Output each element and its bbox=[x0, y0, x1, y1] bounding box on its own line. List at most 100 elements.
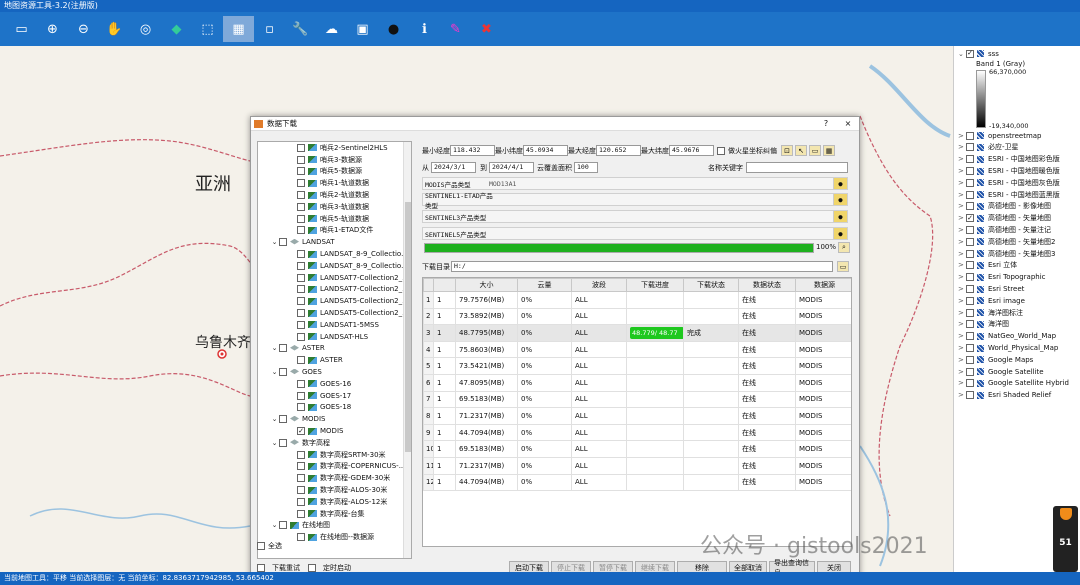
max-lat-input[interactable]: 45.9676 bbox=[669, 145, 714, 156]
layer-checkbox[interactable] bbox=[966, 261, 974, 270]
layer-item[interactable]: > Esri Topographic bbox=[954, 271, 1080, 283]
tree-item[interactable]: 数字高程-台集 bbox=[258, 508, 411, 520]
tree-item[interactable]: GOES-16 bbox=[258, 378, 411, 390]
layer-checkbox[interactable] bbox=[966, 143, 974, 152]
tree-checkbox[interactable] bbox=[297, 332, 305, 341]
row-number[interactable]: 6 bbox=[423, 373, 434, 392]
tree-checkbox[interactable] bbox=[297, 285, 305, 294]
table-row[interactable]: 10169.5183(MB)0%ALL 在线MODIS bbox=[423, 440, 851, 458]
tree-item[interactable]: 哨兵1-ETAD文件 bbox=[258, 225, 411, 237]
tree-checkbox[interactable] bbox=[297, 509, 305, 518]
table-row[interactable]: 6 1 47.8095(MB) 0% ALL 在线 MODIS bbox=[423, 373, 851, 392]
draw-rect-icon[interactable]: ⊡ bbox=[781, 145, 793, 156]
layer-item[interactable]: > ESRI - 中国地图蓝黑版 bbox=[954, 189, 1080, 201]
expand-chevron-icon[interactable]: > bbox=[958, 309, 966, 317]
tree-item[interactable]: 哨兵1-轨道数据 bbox=[258, 177, 411, 189]
tree-item[interactable]: 数字高程-ALOS-12米 bbox=[258, 496, 411, 508]
layer-checkbox[interactable] bbox=[966, 131, 974, 140]
layer-checkbox[interactable] bbox=[966, 344, 974, 353]
layer-item[interactable]: > Google Satellite bbox=[954, 366, 1080, 378]
expand-chevron-icon[interactable]: > bbox=[958, 238, 966, 246]
info-icon[interactable]: ℹ bbox=[409, 16, 440, 42]
expand-chevron-icon[interactable]: > bbox=[958, 191, 966, 199]
expand-chevron-icon[interactable]: ⌄ bbox=[958, 50, 966, 58]
retry-checkbox[interactable] bbox=[257, 564, 265, 572]
layer-checkbox[interactable] bbox=[966, 285, 974, 294]
tree-checkbox[interactable] bbox=[297, 533, 305, 542]
tree-item[interactable]: LANDSAT_8-9_Collectio... bbox=[258, 248, 411, 260]
data-source-tree[interactable]: 哨兵2-Sentinel2HLS 哨兵3-数据源 哨兵5-数据源 哨兵1-轨道数据 哨兵… bbox=[257, 141, 412, 559]
row-number[interactable]: 4 bbox=[423, 340, 434, 359]
tree-chevron-icon[interactable]: ⌄ bbox=[270, 344, 279, 352]
layer-checkbox[interactable] bbox=[966, 320, 974, 329]
tree-item[interactable]: ⌄ LANDSAT bbox=[258, 236, 411, 248]
expand-chevron-icon[interactable]: > bbox=[958, 167, 966, 175]
navigate-icon[interactable]: ◆ bbox=[161, 16, 192, 42]
layer-item[interactable]: > Esri 立体 bbox=[954, 260, 1080, 272]
scrollbar-thumb[interactable] bbox=[405, 202, 411, 452]
product-picker-icon[interactable]: ● bbox=[833, 228, 847, 239]
layer-checkbox[interactable]: ✓ bbox=[966, 49, 974, 58]
tree-item[interactable]: ⌄ 数字高程 bbox=[258, 437, 411, 449]
column-header[interactable] bbox=[433, 278, 456, 292]
layer-item[interactable]: > 高德地图 - 矢量地图2 bbox=[954, 236, 1080, 248]
tree-scrollbar[interactable] bbox=[403, 142, 411, 558]
layer-checkbox[interactable] bbox=[966, 355, 974, 364]
tree-checkbox[interactable] bbox=[279, 438, 287, 447]
row-number[interactable]: 1 bbox=[423, 291, 434, 309]
search-icon[interactable]: ⌕ bbox=[838, 242, 850, 253]
expand-chevron-icon[interactable]: > bbox=[958, 344, 966, 352]
table-row[interactable]: 1 1 79.7576(MB) 0% ALL 在线 MODIS bbox=[423, 291, 851, 309]
layer-item[interactable]: > Google Maps bbox=[954, 354, 1080, 366]
column-header[interactable] bbox=[423, 278, 434, 292]
layer-item[interactable]: > ESRI - 中国地图彩色版 bbox=[954, 153, 1080, 165]
layer-item[interactable]: > Esri Street bbox=[954, 283, 1080, 295]
product-select[interactable]: MOD13A1 bbox=[485, 180, 833, 188]
tree-checkbox[interactable] bbox=[297, 191, 305, 200]
zoom-extent-icon[interactable]: ◎ bbox=[130, 16, 161, 42]
row-number[interactable]: 5 bbox=[423, 357, 434, 375]
table-row[interactable]: 4 1 75.8603(MB) 0% ALL 在线 MODIS bbox=[423, 340, 851, 359]
tree-item[interactable]: 数字高程-ALOS-30米 bbox=[258, 484, 411, 496]
column-header[interactable]: 数据状态 bbox=[738, 278, 796, 292]
tree-checkbox[interactable] bbox=[297, 356, 305, 365]
download-dir-input[interactable]: H:/ bbox=[451, 261, 833, 272]
tree-item[interactable]: 数字高程SRTM-30米 bbox=[258, 449, 411, 461]
min-lon-input[interactable]: 118.432 bbox=[450, 145, 495, 156]
grid-icon[interactable]: ▦ bbox=[823, 145, 835, 156]
tree-checkbox[interactable] bbox=[297, 474, 305, 483]
help-button[interactable]: ? bbox=[815, 119, 837, 128]
layer-checkbox[interactable] bbox=[966, 308, 974, 317]
tree-item[interactable]: GOES-17 bbox=[258, 390, 411, 402]
to-date-input[interactable]: 2024/4/1 bbox=[489, 162, 534, 173]
column-header[interactable]: 下载状态 bbox=[683, 278, 739, 292]
expand-chevron-icon[interactable]: > bbox=[958, 320, 966, 328]
keyword-input[interactable] bbox=[746, 162, 848, 173]
select-all-checkbox[interactable] bbox=[257, 542, 265, 550]
tree-checkbox[interactable] bbox=[297, 309, 305, 318]
select-area-icon[interactable]: ⬚ bbox=[192, 16, 223, 42]
layer-checkbox[interactable] bbox=[966, 178, 974, 187]
layer-item[interactable]: > 必应-卫星 bbox=[954, 142, 1080, 154]
select-all[interactable]: 全选 bbox=[257, 541, 282, 551]
tree-item[interactable]: LANDSAT7-Collection2_... bbox=[258, 272, 411, 284]
layer-checkbox[interactable]: ✓ bbox=[966, 214, 974, 223]
expand-chevron-icon[interactable]: > bbox=[958, 297, 966, 305]
tree-checkbox[interactable] bbox=[297, 391, 305, 400]
tree-item[interactable]: ASTER bbox=[258, 354, 411, 366]
expand-chevron-icon[interactable]: > bbox=[958, 368, 966, 376]
folder-icon[interactable]: ▭ bbox=[809, 145, 821, 156]
layer-item[interactable]: > ✓ 高德地图 - 矢量地图 bbox=[954, 212, 1080, 224]
tree-item[interactable]: LANDSAT5-Collection2_... bbox=[258, 307, 411, 319]
layer-checkbox[interactable] bbox=[966, 249, 974, 258]
tree-checkbox[interactable] bbox=[297, 214, 305, 223]
layer-item[interactable]: > ESRI - 中国地图暖色版 bbox=[954, 165, 1080, 177]
from-date-input[interactable]: 2024/3/1 bbox=[431, 162, 476, 173]
tree-item[interactable]: LANDSAT7-Collection2_... bbox=[258, 284, 411, 296]
tree-chevron-icon[interactable]: ⌄ bbox=[270, 439, 279, 447]
layer-checkbox[interactable] bbox=[966, 273, 974, 282]
map-icon[interactable]: ▣ bbox=[347, 16, 378, 42]
product-picker-icon[interactable]: ● bbox=[833, 178, 847, 189]
layer-checkbox[interactable] bbox=[966, 332, 974, 341]
tree-chevron-icon[interactable]: ⌄ bbox=[270, 368, 279, 376]
